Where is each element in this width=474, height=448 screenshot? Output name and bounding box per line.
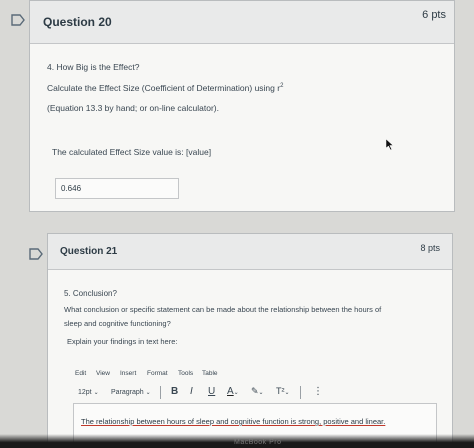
question-title: Question 21 — [60, 246, 118, 257]
question-20-card: Question 20 6 pts 4. How Big is the Effe… — [29, 0, 455, 212]
font-size-select[interactable]: 12pt ⌄ — [78, 389, 99, 396]
question-text: Calculate the Effect Size (Coefficient o… — [47, 83, 281, 93]
highlight-icon: ✎ — [251, 386, 259, 396]
superscript-button[interactable]: T²⌄ — [276, 386, 290, 396]
question-21-header: Question 21 8 pts — [48, 234, 452, 270]
italic-button[interactable]: I — [190, 386, 193, 397]
bold-button[interactable]: B — [171, 386, 178, 397]
chevron-down-icon: ⌄ — [233, 390, 239, 396]
question-points: 6 pts — [422, 9, 446, 21]
menu-edit[interactable]: Edit — [75, 370, 86, 377]
font-size-value: 12pt — [78, 389, 92, 396]
question-20-header: Question 20 6 pts — [30, 1, 454, 44]
toolbar-divider — [160, 386, 161, 399]
editor-text: The relationship between hours of sleep … — [81, 417, 386, 426]
highlight-button[interactable]: ✎⌄ — [251, 386, 264, 397]
menu-insert[interactable]: Insert — [120, 370, 136, 377]
instruction-text: Explain your findings in text here: — [67, 337, 178, 346]
chevron-down-icon: ⌄ — [284, 390, 290, 396]
menu-view[interactable]: View — [96, 370, 110, 377]
laptop-brand-label: MacBook Pro — [234, 439, 282, 446]
menu-format[interactable]: Format — [147, 370, 168, 377]
question-heading: 4. How Big is the Effect? — [47, 62, 140, 72]
flag-icon[interactable] — [11, 14, 25, 26]
answer-input[interactable]: 0.646 — [55, 178, 179, 199]
chevron-down-icon: ⌄ — [145, 390, 151, 396]
font-color-icon: A — [227, 386, 234, 397]
toolbar-divider — [300, 386, 301, 399]
flag-icon[interactable] — [29, 248, 43, 260]
more-options-button[interactable]: ⋮ — [313, 386, 323, 397]
question-title: Question 20 — [43, 15, 112, 29]
answer-prompt: The calculated Effect Size value is: [va… — [52, 147, 212, 157]
mouse-pointer-icon — [385, 137, 394, 155]
underline-button[interactable]: U — [208, 386, 215, 397]
question-text-line: (Equation 13.3 by hand; or on-line calcu… — [47, 103, 219, 113]
question-points: 8 pts — [420, 243, 440, 253]
question-text-line: sleep and cognitive functioning? — [64, 319, 171, 328]
font-color-button[interactable]: A⌄ — [227, 386, 239, 397]
question-text-line: What conclusion or specific statement ca… — [64, 305, 382, 314]
paragraph-value: Paragraph — [111, 389, 144, 396]
question-heading: 5. Conclusion? — [64, 289, 117, 298]
chevron-down-icon: ⌄ — [93, 390, 99, 396]
chevron-down-icon: ⌄ — [258, 390, 264, 396]
menu-tools[interactable]: Tools — [178, 370, 193, 377]
superscript-icon: T² — [276, 386, 285, 396]
menu-table[interactable]: Table — [202, 370, 218, 377]
question-text-line: Calculate the Effect Size (Coefficient o… — [47, 83, 283, 93]
superscript: 2 — [280, 83, 284, 90]
question-21-card: Question 21 8 pts 5. Conclusion? What co… — [47, 233, 453, 448]
paragraph-select[interactable]: Paragraph ⌄ — [111, 389, 151, 396]
